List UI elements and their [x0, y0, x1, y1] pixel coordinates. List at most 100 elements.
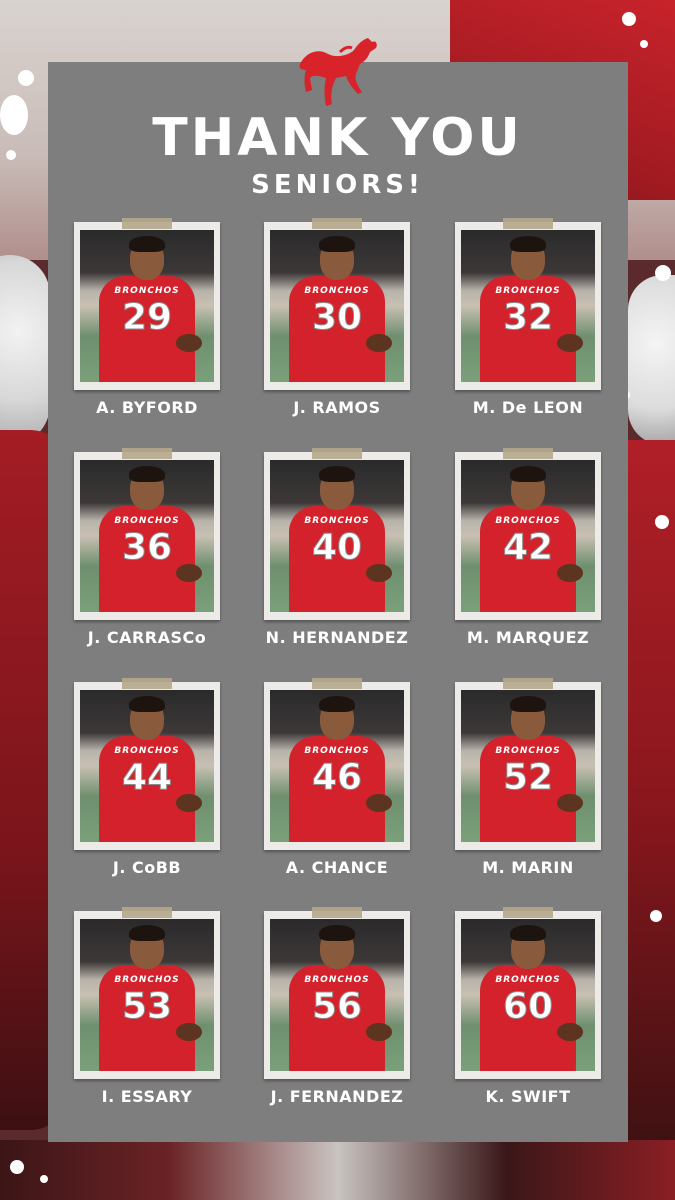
tape-strip [503, 678, 553, 689]
senior-photo-card: BRONCHOS 46 [264, 678, 410, 850]
player-photo: BRONCHOS 52 [461, 690, 595, 842]
senior-name: A. CHANCE [285, 858, 389, 877]
senior-photo-card: BRONCHOS 44 [74, 678, 220, 850]
player-hair [129, 466, 165, 482]
player-jersey: BRONCHOS 52 [480, 736, 576, 842]
player-hair [510, 696, 546, 712]
tape-strip [312, 218, 362, 229]
tape-strip [122, 907, 172, 918]
player-jersey: BRONCHOS 60 [480, 965, 576, 1071]
player-hair [319, 236, 355, 252]
tape-strip [122, 678, 172, 689]
jersey-team-name: BRONCHOS [114, 516, 180, 526]
player-jersey: BRONCHOS 30 [289, 276, 385, 382]
background-player-right [625, 440, 675, 1160]
football-icon [366, 794, 392, 812]
football-icon [176, 564, 202, 582]
football-icon [557, 1023, 583, 1041]
player-photo: BRONCHOS 46 [270, 690, 404, 842]
paint-splatter [18, 70, 34, 86]
football-icon [557, 794, 583, 812]
player-jersey: BRONCHOS 40 [289, 506, 385, 612]
jersey-team-name: BRONCHOS [114, 286, 180, 296]
player-hair [129, 925, 165, 941]
player-photo: BRONCHOS 56 [270, 919, 404, 1071]
player-hair [319, 925, 355, 941]
football-icon [557, 334, 583, 352]
jersey-number: 29 [121, 297, 173, 338]
paint-splatter [650, 910, 662, 922]
jersey-team-name: BRONCHOS [114, 975, 180, 985]
paint-splatter [40, 1175, 48, 1183]
senior-name: M. MARIN [482, 858, 574, 877]
player-photo: BRONCHOS 32 [461, 230, 595, 382]
paint-splatter [10, 1160, 24, 1174]
player-jersey: BRONCHOS 53 [99, 965, 195, 1071]
background-helmet-right [628, 275, 675, 445]
senior-name: N. HERNANDEZ [265, 628, 409, 647]
tape-strip [122, 218, 172, 229]
player-jersey: BRONCHOS 56 [289, 965, 385, 1071]
football-icon [366, 564, 392, 582]
jersey-number: 52 [502, 757, 554, 798]
jersey-number: 53 [121, 986, 173, 1027]
player-jersey: BRONCHOS 36 [99, 506, 195, 612]
player-jersey: BRONCHOS 44 [99, 736, 195, 842]
page-subtitle: SENIORS! [251, 170, 424, 200]
player-hair [510, 236, 546, 252]
player-photo: BRONCHOS 44 [80, 690, 214, 842]
player-hair [319, 466, 355, 482]
jersey-team-name: BRONCHOS [304, 516, 370, 526]
senior-photo-card: BRONCHOS 42 [455, 448, 601, 620]
senior-photo-card: BRONCHOS 30 [264, 218, 410, 390]
jersey-team-name: BRONCHOS [495, 516, 561, 526]
background-helmet-left [0, 255, 50, 445]
player-hair [129, 236, 165, 252]
player-hair [510, 466, 546, 482]
player-jersey: BRONCHOS 32 [480, 276, 576, 382]
football-icon [176, 1023, 202, 1041]
background-ground [0, 1140, 675, 1200]
tape-strip [503, 448, 553, 459]
player-photo: BRONCHOS 29 [80, 230, 214, 382]
tape-strip [312, 678, 362, 689]
jersey-team-name: BRONCHOS [495, 975, 561, 985]
senior-photo-card: BRONCHOS 52 [455, 678, 601, 850]
tape-strip [312, 907, 362, 918]
jersey-number: 60 [502, 986, 554, 1027]
senior-name: J. FERNANDEZ [270, 1087, 404, 1106]
jersey-number: 30 [311, 297, 363, 338]
jersey-team-name: BRONCHOS [304, 975, 370, 985]
jersey-number: 46 [311, 757, 363, 798]
senior-photo-card: BRONCHOS 40 [264, 448, 410, 620]
player-photo: BRONCHOS 42 [461, 460, 595, 612]
football-icon [366, 334, 392, 352]
player-photo: BRONCHOS 60 [461, 919, 595, 1071]
senior-name: K. SWIFT [485, 1087, 571, 1106]
player-hair [319, 696, 355, 712]
paint-splatter [655, 515, 669, 529]
senior-name: I. ESSARY [101, 1087, 193, 1106]
football-icon [176, 794, 202, 812]
football-icon [366, 1023, 392, 1041]
senior-photo-card: BRONCHOS 53 [74, 907, 220, 1079]
jersey-team-name: BRONCHOS [495, 286, 561, 296]
senior-name: J. CARRASCo [87, 628, 207, 647]
player-jersey: BRONCHOS 29 [99, 276, 195, 382]
senior-photo-card: BRONCHOS 36 [74, 448, 220, 620]
paint-splatter [640, 40, 648, 48]
senior-photo-card: BRONCHOS 56 [264, 907, 410, 1079]
player-jersey: BRONCHOS 42 [480, 506, 576, 612]
tape-strip [503, 907, 553, 918]
player-hair [129, 696, 165, 712]
jersey-number: 42 [502, 527, 554, 568]
paint-splatter [655, 265, 671, 281]
tape-strip [312, 448, 362, 459]
tape-strip [503, 218, 553, 229]
player-photo: BRONCHOS 36 [80, 460, 214, 612]
jersey-team-name: BRONCHOS [304, 286, 370, 296]
paint-splatter [622, 12, 636, 26]
jersey-number: 36 [121, 527, 173, 568]
jersey-number: 44 [121, 757, 173, 798]
player-photo: BRONCHOS 40 [270, 460, 404, 612]
